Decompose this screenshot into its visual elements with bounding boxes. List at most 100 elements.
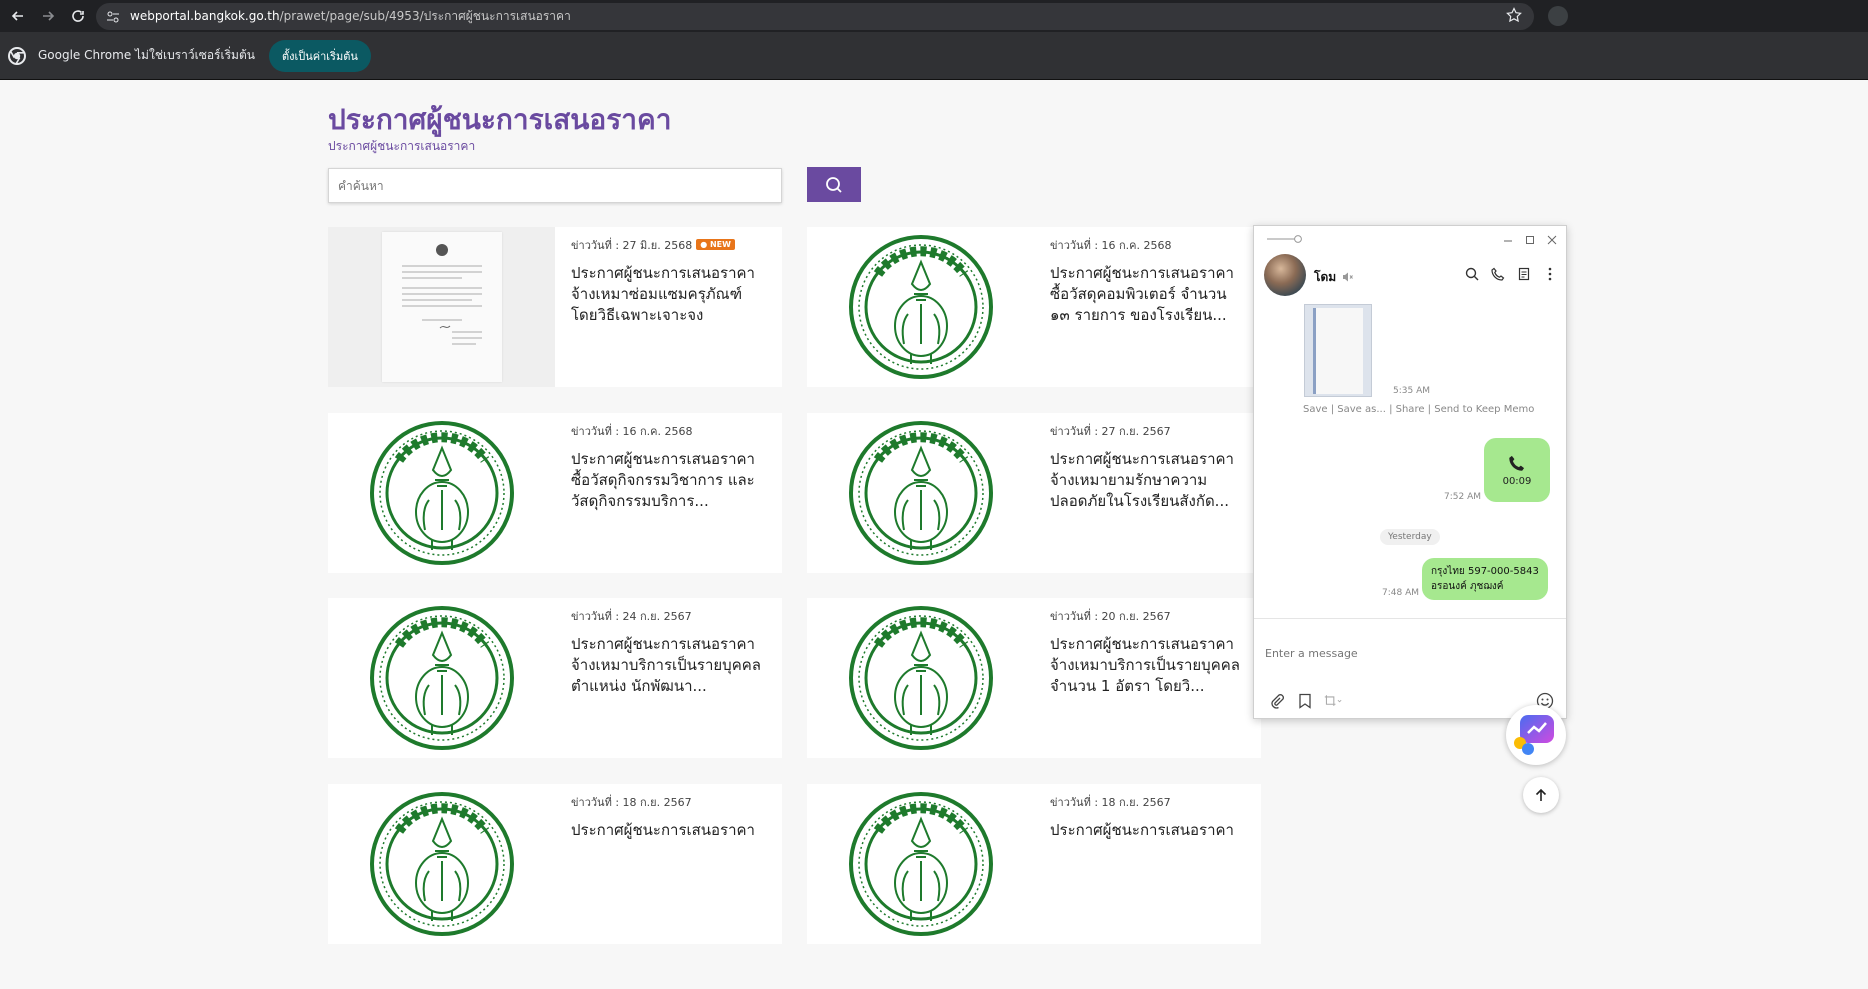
card-title[interactable]: ประกาศผู้ชนะการเสนอราคา จ้างเหมายามรักษา… [1050,449,1250,512]
card-date: ข่าววันที่ : 20 ก.ย. 2567 [1050,608,1250,623]
card-thumbnail[interactable] [328,598,555,758]
card-thumbnail[interactable] [807,598,1034,758]
reload-icon[interactable] [66,4,90,28]
minimize-icon[interactable] [1500,232,1516,248]
card-title[interactable]: ประกาศผู้ชนะการเสนอราคา ซื้อวัสดุกิจกรรม… [571,449,771,512]
news-card[interactable]: ข่าววันที่ : 16 ก.ค. 2568 ประกาศผู้ชนะกา… [807,227,1261,387]
card-date: ข่าววันที่ : 27 ก.ย. 2567 [1050,423,1250,438]
bma-seal-icon [848,606,993,750]
more-options-icon[interactable] [1542,266,1558,282]
default-browser-infobar: Google Chrome ไม่ใช่เบราว์เซอร์เริ่มต้น … [0,32,1868,80]
news-card[interactable]: ข่าววันที่ : 27 ก.ย. 2567 ประกาศผู้ชนะกา… [807,413,1261,573]
back-icon[interactable] [6,4,30,28]
share-action[interactable]: Share [1396,404,1425,415]
chat-window: โดม 5:35 AM Save | Save as... | Share | … [1253,225,1567,719]
bma-seal-icon [848,421,993,565]
image-actions: Save | Save as... | Share | Send to Keep… [1303,404,1535,415]
image-time: 5:35 AM [1393,386,1430,396]
bma-seal-icon [848,792,993,936]
card-title[interactable]: ประกาศผู้ชนะการเสนอราคา [571,820,771,841]
notes-icon[interactable] [1516,266,1532,282]
card-title[interactable]: ประกาศผู้ชนะการเสนอราคา [1050,820,1250,841]
address-bar[interactable]: webportal.bangkok.go.th/prawet/page/sub/… [96,3,1534,30]
card-date-text: ข่าววันที่ : 27 ก.ย. 2567 [1050,424,1171,438]
card-date: ข่าววันที่ : 16 ก.ค. 2568 [571,423,771,438]
card-thumbnail[interactable] [807,784,1034,944]
bookmark-star-icon[interactable] [1506,7,1522,27]
card-thumbnail[interactable] [807,227,1034,387]
news-card[interactable]: ข่าววันที่ : 20 ก.ย. 2567 ประกาศผู้ชนะกา… [807,598,1261,758]
page-title: ประกาศผู้ชนะการเสนอราคา [328,103,672,136]
browser-toolbar: webportal.bangkok.go.th/prawet/page/sub/… [0,0,1868,32]
call-time: 7:52 AM [1444,492,1481,502]
opacity-slider[interactable] [1267,235,1303,243]
card-title[interactable]: ประกาศผู้ชนะการเสนอราคา จ้างเหมาบริการเป… [1050,634,1250,697]
attach-icon[interactable] [1268,692,1286,710]
card-thumbnail[interactable] [328,413,555,573]
url-path: /prawet/page/sub/4953/ประกาศผู้ชนะการเสน… [279,9,571,23]
forward-icon[interactable] [36,4,60,28]
site-settings-icon[interactable] [104,8,122,26]
scroll-to-top-button[interactable] [1523,777,1559,813]
assistant-icon [1514,715,1554,755]
bookmark-icon[interactable] [1296,692,1314,710]
bma-seal-icon [848,235,993,379]
maximize-icon[interactable] [1522,232,1538,248]
new-badge-label: NEW [709,240,731,249]
url-text: webportal.bangkok.go.th/prawet/page/sub/… [130,7,571,26]
call-duration: 00:09 [1502,475,1532,487]
text-message-bubble[interactable]: กรุงไทย 597-000-5843 อรอนงค์ ภุชฌงค์ [1422,558,1548,600]
chrome-logo-icon [8,46,26,65]
card-date-text: ข่าววันที่ : 24 ก.ย. 2567 [571,609,692,623]
text-message-line: อรอนงค์ ภุชฌงค์ [1431,581,1504,592]
screenshot-icon[interactable] [1324,692,1342,710]
contact-avatar[interactable] [1264,254,1306,296]
news-card[interactable]: ข่าววันที่ : 27 มิ.ย. 2568 ● NEW ประกาศผู… [328,227,782,387]
arrow-up-icon [1535,788,1547,801]
save-action[interactable]: Save [1303,404,1328,415]
news-card[interactable]: ข่าววันที่ : 18 ก.ย. 2567 ประกาศผู้ชนะกา… [328,784,782,944]
card-date: ข่าววันที่ : 18 ก.ย. 2567 [1050,794,1250,809]
save-as-action[interactable]: Save as... [1337,404,1386,415]
card-date-text: ข่าววันที่ : 16 ก.ค. 2568 [1050,238,1172,252]
card-thumbnail[interactable] [328,784,555,944]
text-time: 7:48 AM [1382,588,1419,598]
page-content: ประกาศผู้ชนะการเสนอราคา ประกาศผู้ชนะการเ… [0,80,1868,989]
phone-call-icon[interactable] [1490,266,1506,282]
search-button[interactable] [807,167,861,202]
search-icon [826,176,842,193]
text-message-line: กรุงไทย 597-000-5843 [1431,566,1539,577]
contact-name[interactable]: โดม [1314,268,1336,287]
news-card[interactable]: ข่าววันที่ : 16 ก.ค. 2568 ประกาศผู้ชนะกา… [328,413,782,573]
mute-icon [1342,268,1354,287]
image-message[interactable] [1304,304,1372,397]
card-date-text: ข่าววันที่ : 16 ก.ค. 2568 [571,424,693,438]
page-subtitle: ประกาศผู้ชนะการเสนอราคา [328,139,476,153]
keep-memo-action[interactable]: Send to Keep Memo [1434,404,1534,415]
call-message-bubble[interactable]: 00:09 [1484,438,1550,502]
card-date: ข่าววันที่ : 16 ก.ค. 2568 [1050,237,1250,252]
new-badge: ● NEW [696,239,735,250]
phone-icon [1509,455,1525,471]
set-default-button[interactable]: ตั้งเป็นค่าเริ่มต้น [268,39,371,72]
card-date-text: ข่าววันที่ : 27 มิ.ย. 2568 [571,238,693,252]
card-title[interactable]: ประกาศผู้ชนะการเสนอราคา จ้างเหมาซ่อมแซมค… [571,263,771,326]
close-icon[interactable] [1544,232,1560,248]
assistant-fab[interactable] [1506,705,1566,765]
bma-seal-icon [369,792,514,936]
url-host: webportal.bangkok.go.th [130,9,280,23]
profile-avatar[interactable] [1548,6,1568,26]
card-title[interactable]: ประกาศผู้ชนะการเสนอราคา ซื้อวัสดุคอมพิวเ… [1050,263,1250,326]
card-date: ข่าววันที่ : 18 ก.ย. 2567 [571,794,771,809]
chat-search-icon[interactable] [1464,266,1480,282]
search-input[interactable] [328,168,782,203]
infobar-text: Google Chrome ไม่ใช่เบราว์เซอร์เริ่มต้น [38,48,255,62]
document-thumbnail [381,232,502,382]
card-thumbnail[interactable] [807,413,1034,573]
card-thumbnail[interactable] [328,227,555,387]
message-input[interactable] [1254,618,1566,688]
card-title[interactable]: ประกาศผู้ชนะการเสนอราคา จ้างเหมาบริการเป… [571,634,771,697]
card-date: ข่าววันที่ : 27 มิ.ย. 2568 ● NEW [571,237,771,252]
news-card[interactable]: ข่าววันที่ : 18 ก.ย. 2567 ประกาศผู้ชนะกา… [807,784,1261,944]
news-card[interactable]: ข่าววันที่ : 24 ก.ย. 2567 ประกาศผู้ชนะกา… [328,598,782,758]
